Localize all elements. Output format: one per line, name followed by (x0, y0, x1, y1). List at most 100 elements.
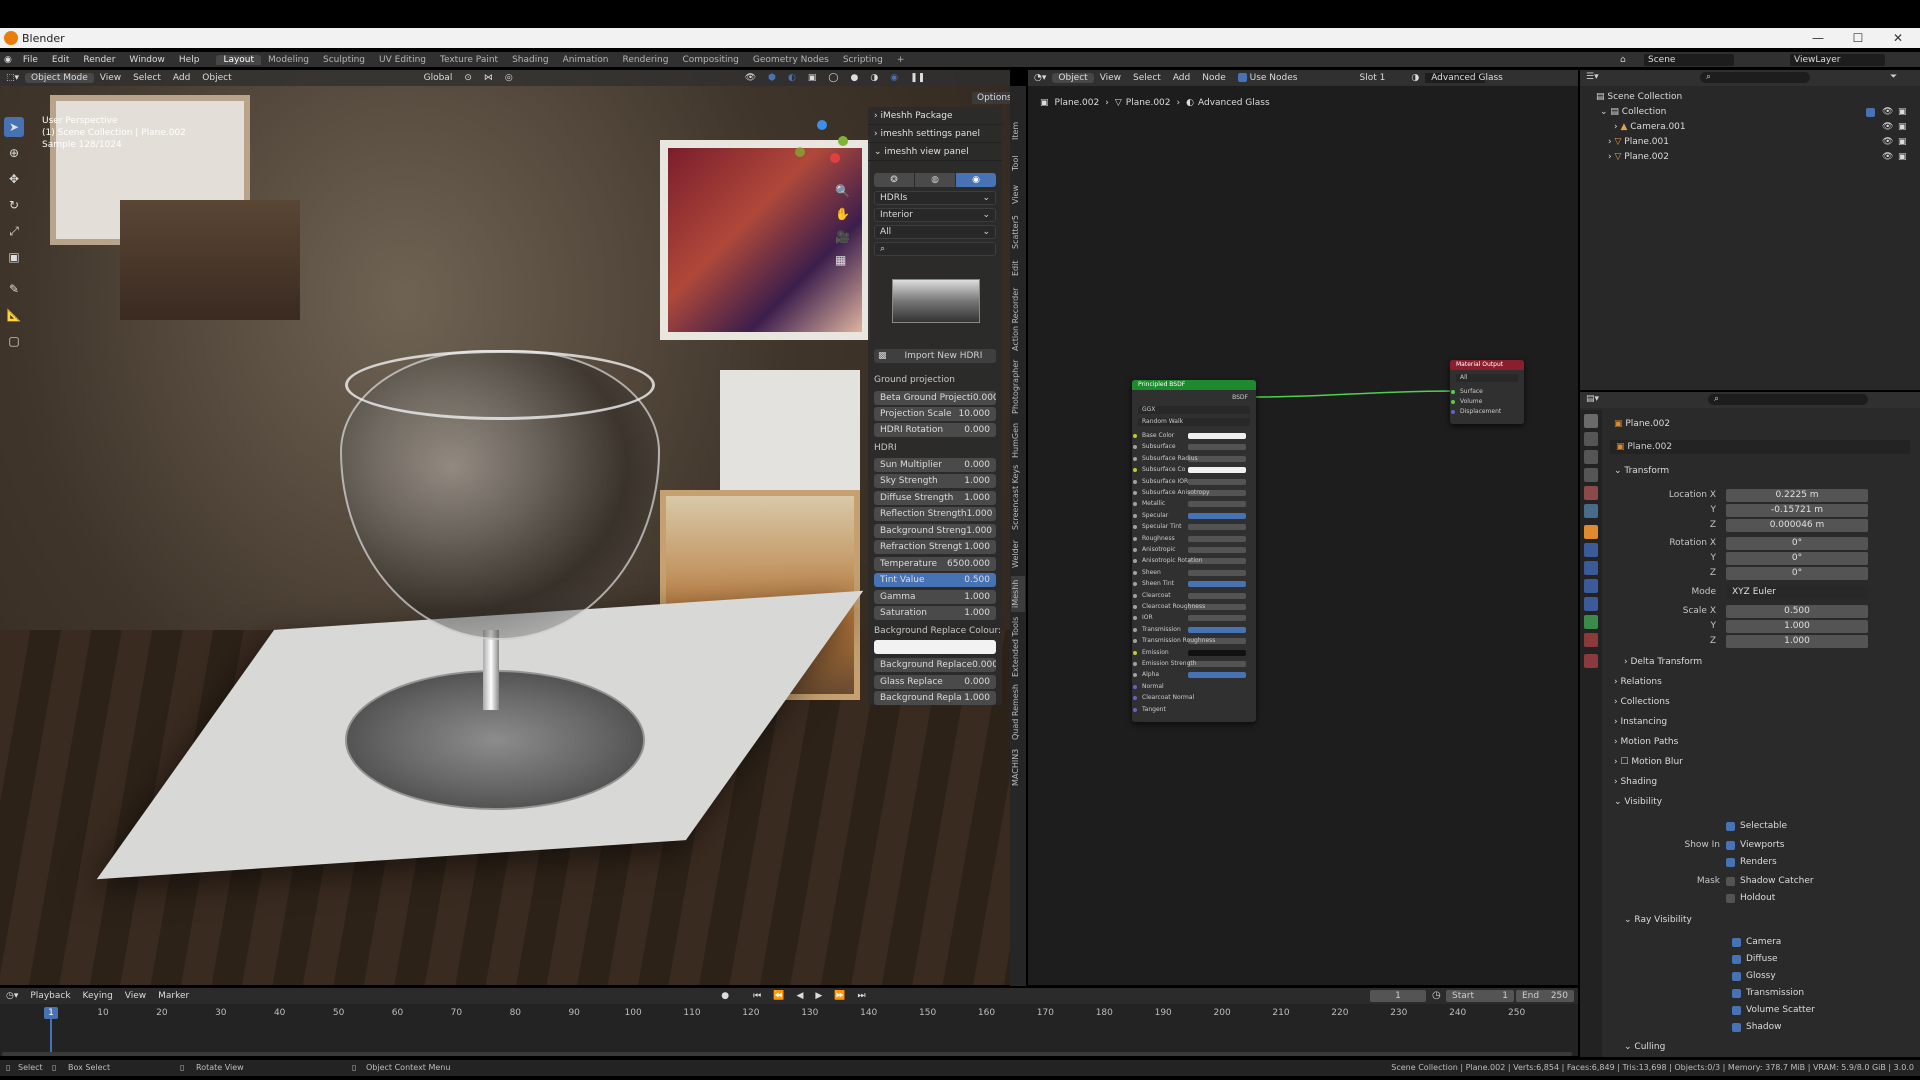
background-replace-field[interactable]: Background Replace 0.000 (874, 658, 996, 672)
socket-dot[interactable] (1133, 582, 1137, 587)
ray-volume-scatter-checkbox[interactable] (1732, 1006, 1741, 1015)
mode-selector[interactable]: Object Mode (25, 73, 94, 83)
bsdf-input-clearcoat-roughness[interactable]: Clearcoat Roughness (1133, 603, 1252, 611)
glass-replace-field[interactable]: Glass Replace 0.000 (874, 675, 996, 689)
jump-keyframe-forward-icon[interactable]: ⏩ (828, 991, 851, 1001)
node-menu-view[interactable]: View (1094, 73, 1127, 83)
ray-visibility-header[interactable]: ⌄ Ray Visibility (1624, 915, 1692, 925)
reflection-strength-field[interactable]: Reflection Strength 1.000 (874, 507, 996, 521)
location-x-field[interactable]: 0.2225 m (1726, 489, 1868, 502)
jump-end-icon[interactable]: ⏭ (852, 991, 872, 1001)
record-icon[interactable]: ● (715, 991, 735, 1001)
hdri-search-input[interactable]: ⌕ (874, 242, 996, 256)
gizmo-y-axis-icon[interactable] (838, 136, 848, 146)
annotate-tool-icon[interactable]: ✎ (4, 279, 24, 299)
socket-dot[interactable] (1133, 536, 1137, 541)
socket-value-bar[interactable] (1188, 444, 1246, 451)
bsdf-input-roughness[interactable]: Roughness (1133, 535, 1252, 543)
menu-edit[interactable]: Edit (45, 55, 76, 65)
viewport-menu-view[interactable]: View (94, 73, 127, 83)
outliner-editor-icon[interactable]: ☰▾ (1586, 72, 1599, 82)
xray-icon[interactable]: ▣ (802, 73, 823, 83)
render-icon-plane-002[interactable]: ▣ (1898, 150, 1907, 165)
socket-dot[interactable] (1133, 434, 1137, 438)
import-hdri-button[interactable]: ▩ Import New HDRI (874, 349, 996, 363)
rotation-x-field[interactable]: 0° (1726, 537, 1868, 550)
menu-window[interactable]: Window (122, 55, 172, 65)
diffuse-strength-field[interactable]: Diffuse Strength 1.000 (874, 491, 996, 505)
tab-quad-remesh[interactable]: Quad Remesh (1011, 682, 1025, 742)
asset-type-models-icon[interactable]: ❂ (874, 173, 914, 187)
bsdf-input-clearcoat[interactable]: Clearcoat (1133, 592, 1252, 600)
hdri-rotation-field[interactable]: HDRI Rotation 0.000 (874, 423, 996, 437)
blender-menu-icon[interactable]: ◉ (0, 55, 16, 65)
breadcrumb-object[interactable]: Plane.002 (1055, 98, 1100, 108)
scale-y-field[interactable]: 1.000 (1726, 620, 1868, 633)
properties-editor-icon[interactable]: ▤▾ (1586, 394, 1599, 404)
move-tool-icon[interactable]: ✥ (4, 169, 24, 189)
outliner[interactable]: ▤ Scene Collection ⌄ ▤ Collection 👁 ▣ › … (1580, 70, 1920, 390)
minimize-button[interactable]: — (1800, 28, 1836, 48)
culling-header[interactable]: ⌄ Culling (1624, 1042, 1665, 1052)
timeline-menu-view[interactable]: View (119, 991, 152, 1001)
bsdf-input-metallic[interactable]: Metallic (1133, 500, 1252, 508)
render-tab-icon[interactable] (1584, 432, 1598, 446)
tab-edit[interactable]: Edit (1011, 254, 1025, 282)
bsdf-input-alpha[interactable]: Alpha (1133, 671, 1252, 679)
bsdf-input-transmission-roughness[interactable]: Transmission Roughness (1133, 637, 1252, 645)
distribution-select[interactable]: GGX (1138, 406, 1250, 414)
socket-value-bar[interactable] (1188, 478, 1246, 485)
socket-value-bar[interactable] (1188, 592, 1246, 599)
rotation-mode-select[interactable]: XYZ Euler (1726, 586, 1868, 599)
physics-tab-icon[interactable] (1584, 579, 1598, 593)
refraction-strength-field[interactable]: Refraction Strengt 1.000 (874, 540, 996, 554)
socket-dot[interactable] (1133, 684, 1137, 689)
3d-viewport[interactable]: User Perspective (1) Scene Collection | … (0, 70, 1010, 985)
particles-tab-icon[interactable] (1584, 561, 1598, 575)
tool-tab-icon[interactable] (1584, 414, 1598, 428)
outliner-search-input[interactable]: ⌕ (1700, 72, 1810, 83)
transform-tool-icon[interactable]: ▣ (4, 247, 24, 267)
current-frame-field[interactable]: 1 (1370, 990, 1426, 1002)
socket-value-bar[interactable] (1188, 649, 1246, 656)
bsdf-output-socket[interactable]: BSDF (1136, 394, 1252, 402)
bsdf-input-tangent[interactable]: Tangent (1133, 706, 1252, 714)
scene-selector[interactable]: Scene (1644, 53, 1734, 66)
subsurface-method-select[interactable]: Random Walk (1138, 418, 1250, 426)
outliner-item-camera[interactable]: › ▲ Camera.001 👁 ▣ (1580, 120, 1920, 135)
pause-render-icon[interactable]: ❚❚ (904, 73, 931, 83)
gizmo-z-axis-icon[interactable] (817, 120, 827, 130)
cursor-tool-icon[interactable]: ⊕ (4, 143, 24, 163)
viewport-menu-add[interactable]: Add (167, 73, 196, 83)
mesh-data-tab-icon[interactable] (1584, 615, 1598, 629)
asset-type-hdri-icon[interactable]: ◉ (956, 173, 996, 187)
workspace-tab-uv-editing[interactable]: UV Editing (372, 55, 433, 65)
node-menu-node[interactable]: Node (1196, 73, 1232, 83)
bsdf-input-subsurface-radius[interactable]: Subsurface Radius (1133, 455, 1252, 463)
timeline-menu-playback[interactable]: Playback (24, 991, 76, 1001)
socket-dot[interactable] (1133, 491, 1137, 495)
workspace-tab-rendering[interactable]: Rendering (616, 55, 676, 65)
displacement-socket[interactable]: Displacement (1451, 408, 1520, 416)
socket-value-bar[interactable] (1188, 581, 1246, 588)
menu-file[interactable]: File (16, 55, 45, 65)
collection-include-checkbox[interactable] (1866, 108, 1875, 117)
socket-dot[interactable] (1133, 696, 1137, 701)
ray-shadow-checkbox[interactable] (1732, 1023, 1741, 1032)
rotation-z-field[interactable]: 0° (1726, 567, 1868, 580)
bsdf-input-subsurface-ior[interactable]: Subsurface IOR (1133, 478, 1252, 486)
workspace-tab-sculpting[interactable]: Sculpting (316, 55, 372, 65)
visibility-header[interactable]: ⌄ Visibility (1614, 797, 1662, 807)
properties-search-input[interactable]: ⌕ (1708, 394, 1868, 405)
socket-value-bar[interactable] (1188, 433, 1246, 439)
jump-keyframe-back-icon[interactable]: ⏪ (767, 991, 790, 1001)
socket-dot[interactable] (1133, 456, 1137, 461)
workspace-tab-scripting[interactable]: Scripting (836, 55, 890, 65)
ray-transmission-checkbox[interactable] (1732, 989, 1741, 998)
material-tab-icon[interactable] (1584, 633, 1598, 647)
output-tab-icon[interactable] (1584, 450, 1598, 464)
tab-action-recorder[interactable]: Action Recorder (1011, 284, 1025, 354)
view-layer-tab-icon[interactable] (1584, 468, 1598, 482)
eye-icon-camera[interactable]: 👁 (1882, 120, 1893, 135)
orientation-selector[interactable]: Global (418, 73, 459, 83)
